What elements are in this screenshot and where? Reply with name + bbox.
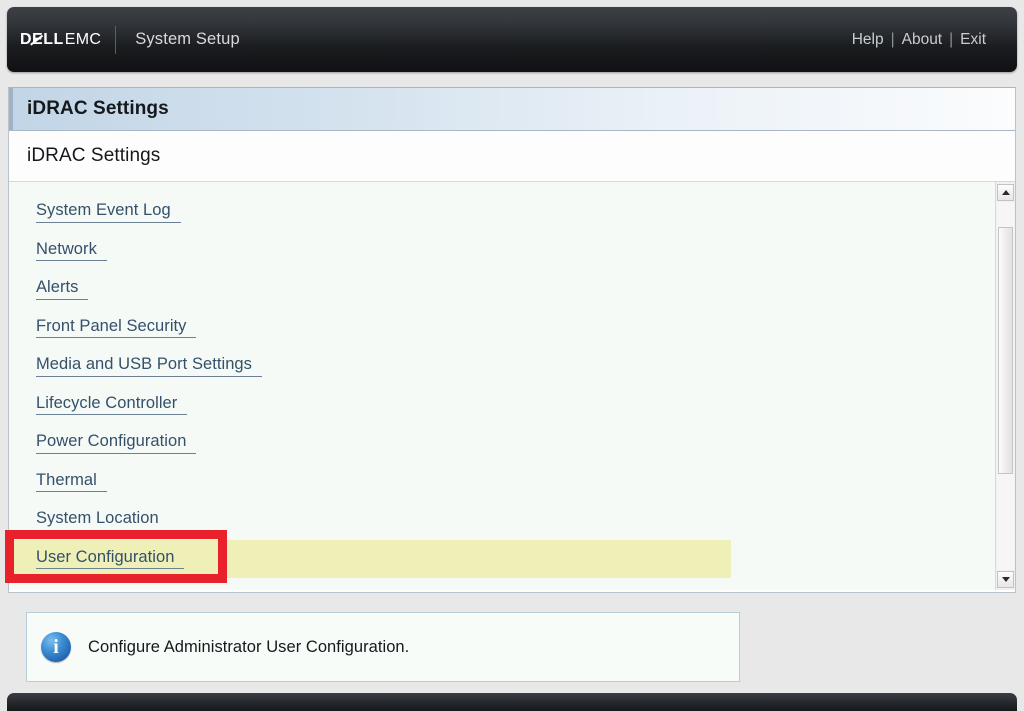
settings-menu-list: System Event Log Network Alerts Front Pa… — [9, 193, 995, 578]
page-subtitle: iDRAC Settings — [27, 145, 161, 166]
settings-list-scroll-area: System Event Log Network Alerts Front Pa… — [9, 182, 995, 590]
scrollbar-track[interactable] — [997, 202, 1014, 570]
panel-subtitle-bar: iDRAC Settings — [9, 131, 1015, 182]
scroll-down-arrow-icon[interactable] — [997, 571, 1014, 588]
footer-bar — [7, 693, 1017, 711]
list-item[interactable]: Media and USB Port Settings — [9, 347, 995, 386]
dell-emc-logo: DELL EMC — [20, 7, 115, 72]
menu-link-lifecycle-controller[interactable]: Lifecycle Controller — [36, 394, 188, 415]
panel-title-bar: iDRAC Settings — [9, 87, 1015, 131]
menu-link-alerts[interactable]: Alerts — [36, 279, 89, 300]
page-title: iDRAC Settings — [27, 98, 169, 119]
menu-link-system-location[interactable]: System Location — [36, 510, 169, 531]
emc-wordmark: EMC — [64, 30, 102, 48]
info-help-text: Configure Administrator User Configurati… — [88, 637, 410, 656]
list-item[interactable]: Alerts — [9, 270, 995, 309]
chevron-up-glyph — [1001, 190, 1010, 195]
list-item[interactable]: Thermal — [9, 463, 995, 502]
menu-link-system-event-log[interactable]: System Event Log — [36, 202, 181, 223]
dell-wordmark-text: DELL — [20, 30, 64, 48]
help-link[interactable]: Help — [845, 31, 891, 49]
top-navigation-bar: DELL EMC System Setup Help | About | Exit — [7, 7, 1017, 72]
list-item[interactable]: Lifecycle Controller — [9, 386, 995, 425]
nav-divider — [115, 25, 117, 54]
list-item-selected[interactable]: User Configuration — [9, 539, 995, 578]
info-icon: i — [41, 632, 71, 662]
settings-list-region: System Event Log Network Alerts Front Pa… — [9, 182, 1015, 590]
list-item[interactable]: System Event Log — [9, 193, 995, 232]
menu-link-front-panel-security[interactable]: Front Panel Security — [36, 317, 197, 338]
dell-wordmark: DELL — [20, 31, 64, 49]
menu-link-power-configuration[interactable]: Power Configuration — [36, 433, 197, 454]
exit-link[interactable]: Exit — [953, 31, 993, 49]
menu-link-user-configuration[interactable]: User Configuration — [36, 548, 185, 569]
info-help-box: i Configure Administrator User Configura… — [26, 612, 740, 682]
nav-inner-container: DELL EMC System Setup Help | About | Exit — [7, 7, 1017, 72]
system-setup-title: System Setup — [135, 30, 240, 48]
idrac-settings-panel: iDRAC Settings iDRAC Settings System Eve… — [8, 87, 1016, 593]
list-item[interactable]: System Location — [9, 501, 995, 540]
menu-link-media-and-usb-port-settings[interactable]: Media and USB Port Settings — [36, 356, 262, 377]
nav-links-group: Help | About | Exit — [845, 31, 993, 49]
about-link[interactable]: About — [895, 31, 950, 49]
vertical-scrollbar[interactable] — [995, 182, 1015, 590]
list-item[interactable]: Power Configuration — [9, 424, 995, 463]
menu-link-thermal[interactable]: Thermal — [36, 471, 107, 492]
scroll-up-arrow-icon[interactable] — [997, 184, 1014, 201]
chevron-down-glyph — [1001, 577, 1010, 582]
scrollbar-thumb[interactable] — [998, 227, 1013, 474]
menu-link-network[interactable]: Network — [36, 240, 107, 261]
list-item[interactable]: Network — [9, 232, 995, 271]
list-item[interactable]: Front Panel Security — [9, 309, 995, 348]
